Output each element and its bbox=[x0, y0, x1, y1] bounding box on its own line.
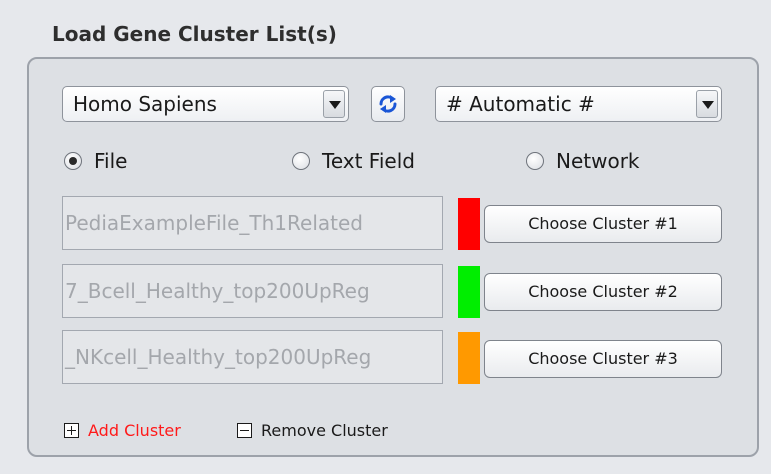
chevron-down-icon[interactable] bbox=[323, 90, 345, 118]
choose-cluster-3-button[interactable]: Choose Cluster #3 bbox=[484, 340, 722, 378]
cluster-2-file-field[interactable]: 7_Bcell_Healthy_top200UpReg bbox=[62, 264, 443, 318]
choose-cluster-1-button[interactable]: Choose Cluster #1 bbox=[484, 205, 722, 243]
radio-file[interactable]: File bbox=[64, 148, 127, 174]
remove-cluster-button[interactable]: Remove Cluster bbox=[237, 419, 388, 441]
radio-network-label: Network bbox=[556, 149, 640, 173]
radio-dot[interactable] bbox=[526, 152, 544, 170]
panel-title: Load Gene Cluster List(s) bbox=[52, 22, 337, 46]
add-cluster-button[interactable]: Add Cluster bbox=[64, 419, 181, 441]
refresh-icon bbox=[379, 95, 397, 113]
cluster-2-color-swatch[interactable] bbox=[458, 266, 480, 318]
minus-square-icon bbox=[237, 422, 252, 438]
chevron-down-icon[interactable] bbox=[696, 90, 718, 118]
cluster-1-color-swatch[interactable] bbox=[458, 198, 480, 250]
species-select-value: Homo Sapiens bbox=[73, 92, 217, 116]
radio-text-field[interactable]: Text Field bbox=[292, 148, 415, 174]
id-type-select[interactable]: # Automatic # bbox=[435, 86, 722, 122]
radio-dot-selected[interactable] bbox=[64, 152, 82, 170]
refresh-button[interactable] bbox=[371, 86, 405, 122]
id-type-select-value: # Automatic # bbox=[446, 92, 595, 116]
load-gene-cluster-window: Load Gene Cluster List(s) Homo Sapiens #… bbox=[0, 0, 771, 474]
choose-cluster-2-button[interactable]: Choose Cluster #2 bbox=[484, 273, 722, 311]
cluster-1-file-field[interactable]: PediaExampleFile_Th1Related bbox=[62, 196, 443, 250]
radio-text-field-label: Text Field bbox=[322, 149, 415, 173]
radio-file-label: File bbox=[94, 149, 128, 173]
species-select[interactable]: Homo Sapiens bbox=[62, 86, 349, 122]
add-cluster-label: Add Cluster bbox=[88, 420, 181, 440]
remove-cluster-label: Remove Cluster bbox=[261, 420, 388, 440]
cluster-3-color-swatch[interactable] bbox=[458, 332, 480, 384]
cluster-3-file-field[interactable]: _NKcell_Healthy_top200UpReg bbox=[62, 330, 443, 384]
radio-dot[interactable] bbox=[292, 152, 310, 170]
radio-network[interactable]: Network bbox=[526, 148, 640, 174]
plus-square-icon bbox=[64, 422, 79, 438]
